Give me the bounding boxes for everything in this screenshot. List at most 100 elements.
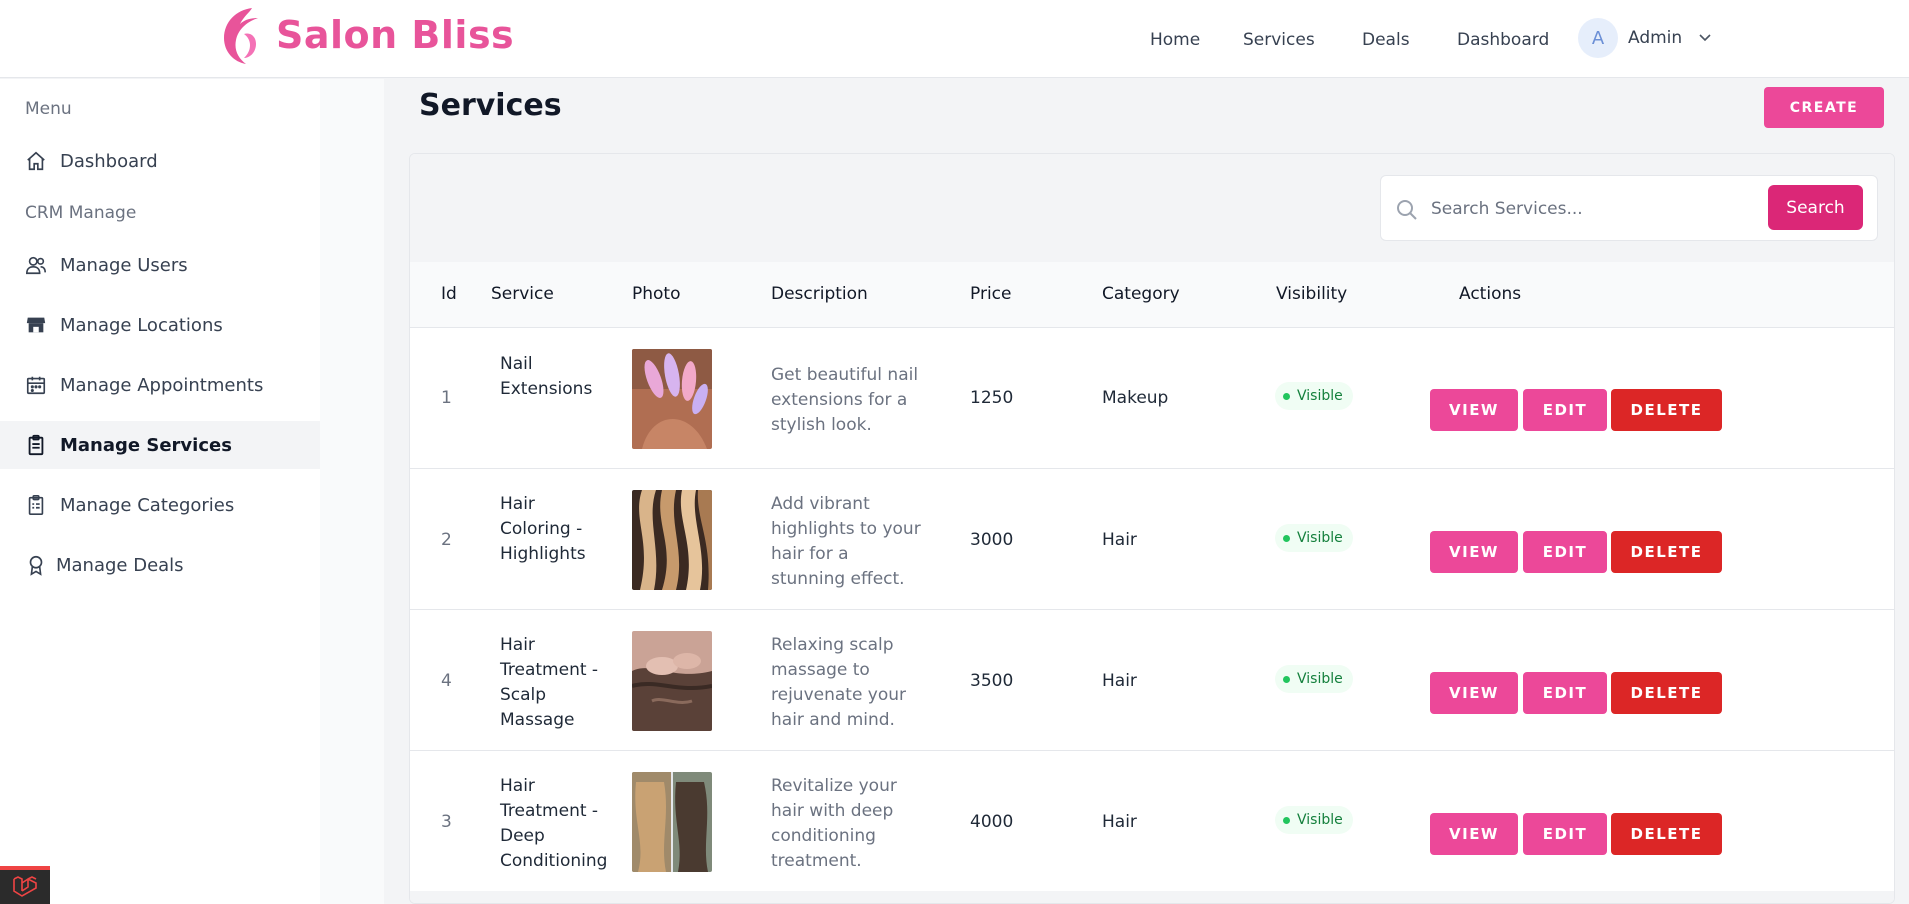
visible-dot-icon [1283, 675, 1290, 683]
sidebar-item-locations[interactable]: Manage Locations [0, 301, 320, 349]
table-row: 4 Hair Treatment - Scalp Massage Relaxin… [410, 609, 1894, 750]
status-badge-label: Visible [1297, 530, 1343, 546]
visible-dot-icon [1283, 534, 1290, 542]
edit-button[interactable]: EDIT [1523, 389, 1607, 431]
cell-id: 4 [441, 671, 452, 691]
column-header-id: Id [441, 284, 457, 304]
cell-category: Hair [1102, 530, 1137, 550]
edit-button[interactable]: EDIT [1523, 531, 1607, 573]
sidebar: Menu Dashboard CRM Manage Manage Users M… [0, 79, 320, 904]
store-icon [26, 317, 46, 333]
cell-service: Hair Treatment - Scalp Massage [500, 635, 599, 730]
status-badge: Visible [1275, 524, 1353, 552]
cell-description: Revitalize your hair with deep condition… [771, 776, 897, 871]
laravel-debug-badge[interactable] [0, 866, 50, 904]
cell-description: Add vibrant highlights to your hair for … [771, 494, 921, 589]
search-button[interactable]: Search [1768, 185, 1863, 230]
scalp-massage-photo [632, 631, 712, 731]
services-card: Search Id Service Photo Description Pric… [409, 153, 1895, 904]
view-button[interactable]: VIEW [1430, 531, 1518, 573]
edit-button[interactable]: EDIT [1523, 813, 1607, 855]
avatar[interactable]: A [1578, 18, 1618, 58]
table-row: 1 Nail Extensions Get beautiful nail ext… [410, 327, 1894, 468]
clipboard-icon [28, 434, 44, 456]
nav-link-services[interactable]: Services [1243, 30, 1315, 50]
view-button[interactable]: VIEW [1430, 813, 1518, 855]
column-header-price: Price [970, 284, 1012, 304]
sidebar-item-deals[interactable]: Manage Deals [0, 541, 320, 589]
column-header-visibility: Visibility [1276, 284, 1348, 304]
deep-conditioning-photo [632, 772, 712, 872]
cell-price: 3500 [970, 671, 1014, 691]
sidebar-item-appointments[interactable]: Manage Appointments [0, 361, 320, 409]
sidebar-item-label: Dashboard [60, 150, 158, 172]
brand-name: Salon Bliss [276, 13, 515, 57]
sidebar-item-categories[interactable]: Manage Categories [0, 481, 320, 529]
salon-logo-icon [224, 8, 258, 64]
cell-price: 4000 [970, 812, 1014, 832]
cell-price: 3000 [970, 530, 1014, 550]
delete-button[interactable]: DELETE [1611, 813, 1722, 855]
sidebar-item-label: Manage Categories [60, 494, 235, 516]
nails-photo [632, 349, 712, 449]
delete-button[interactable]: DELETE [1611, 389, 1722, 431]
brand-logo[interactable]: Salon Bliss [214, 4, 514, 66]
view-button[interactable]: VIEW [1430, 389, 1518, 431]
sidebar-heading-crm: CRM Manage [25, 203, 137, 223]
status-badge-label: Visible [1297, 671, 1343, 687]
sidebar-item-label: Manage Deals [56, 554, 184, 576]
nav-link-dashboard[interactable]: Dashboard [1457, 30, 1549, 50]
column-header-category: Category [1102, 284, 1180, 304]
table-header: Id Service Photo Description Price Categ… [410, 262, 1894, 327]
sidebar-gutter [320, 79, 384, 904]
status-badge: Visible [1275, 665, 1353, 693]
sidebar-item-label: Manage Locations [60, 314, 223, 336]
column-header-service: Service [491, 284, 554, 304]
cell-description: Get beautiful nail extensions for a styl… [771, 365, 919, 435]
table-row: 3 Hair Treatment - Deep Conditioning Rev… [410, 750, 1894, 891]
status-badge: Visible [1275, 806, 1353, 834]
cell-service: Hair Treatment - Deep Conditioning [500, 776, 608, 871]
search-input[interactable] [1431, 194, 1751, 224]
cell-service: Nail Extensions [500, 354, 593, 399]
visible-dot-icon [1283, 392, 1290, 400]
card-toolbar: Search [410, 154, 1894, 262]
cell-description: Relaxing scalp massage to rejuvenate you… [771, 635, 907, 730]
cell-category: Hair [1102, 671, 1137, 691]
sidebar-heading-menu: Menu [25, 99, 72, 119]
nav-link-deals[interactable]: Deals [1362, 30, 1410, 50]
cell-price: 1250 [970, 388, 1014, 408]
column-header-photo: Photo [632, 284, 681, 304]
status-badge-label: Visible [1297, 388, 1343, 404]
cell-id: 2 [441, 530, 452, 550]
cell-category: Hair [1102, 812, 1137, 832]
award-icon [29, 555, 43, 576]
chevron-down-icon[interactable] [1698, 31, 1712, 45]
users-icon [26, 256, 46, 275]
user-name[interactable]: Admin [1628, 28, 1682, 48]
page-title: Services [419, 88, 562, 123]
sidebar-item-users[interactable]: Manage Users [0, 241, 320, 289]
sidebar-item-label: Manage Appointments [60, 374, 264, 396]
sidebar-item-services[interactable]: Manage Services [0, 421, 320, 469]
nav-link-home[interactable]: Home [1150, 30, 1200, 50]
status-badge: Visible [1275, 382, 1353, 410]
delete-button[interactable]: DELETE [1611, 531, 1722, 573]
status-badge-label: Visible [1297, 812, 1343, 828]
sidebar-item-label: Manage Users [60, 254, 188, 276]
cell-id: 1 [441, 388, 452, 408]
cell-category: Makeup [1102, 388, 1169, 408]
create-button[interactable]: CREATE [1764, 87, 1884, 128]
user-menu[interactable]: A Admin [1578, 18, 1712, 58]
search-box: Search [1380, 175, 1878, 241]
sidebar-item-label: Manage Services [60, 434, 232, 456]
sidebar-item-dashboard[interactable]: Dashboard [0, 137, 320, 185]
visible-dot-icon [1283, 816, 1290, 824]
edit-button[interactable]: EDIT [1523, 672, 1607, 714]
view-button[interactable]: VIEW [1430, 672, 1518, 714]
card-footer [410, 891, 1894, 903]
calendar-icon [26, 376, 46, 395]
hair-highlights-photo [632, 490, 712, 590]
delete-button[interactable]: DELETE [1611, 672, 1722, 714]
column-header-actions: Actions [1459, 284, 1522, 304]
